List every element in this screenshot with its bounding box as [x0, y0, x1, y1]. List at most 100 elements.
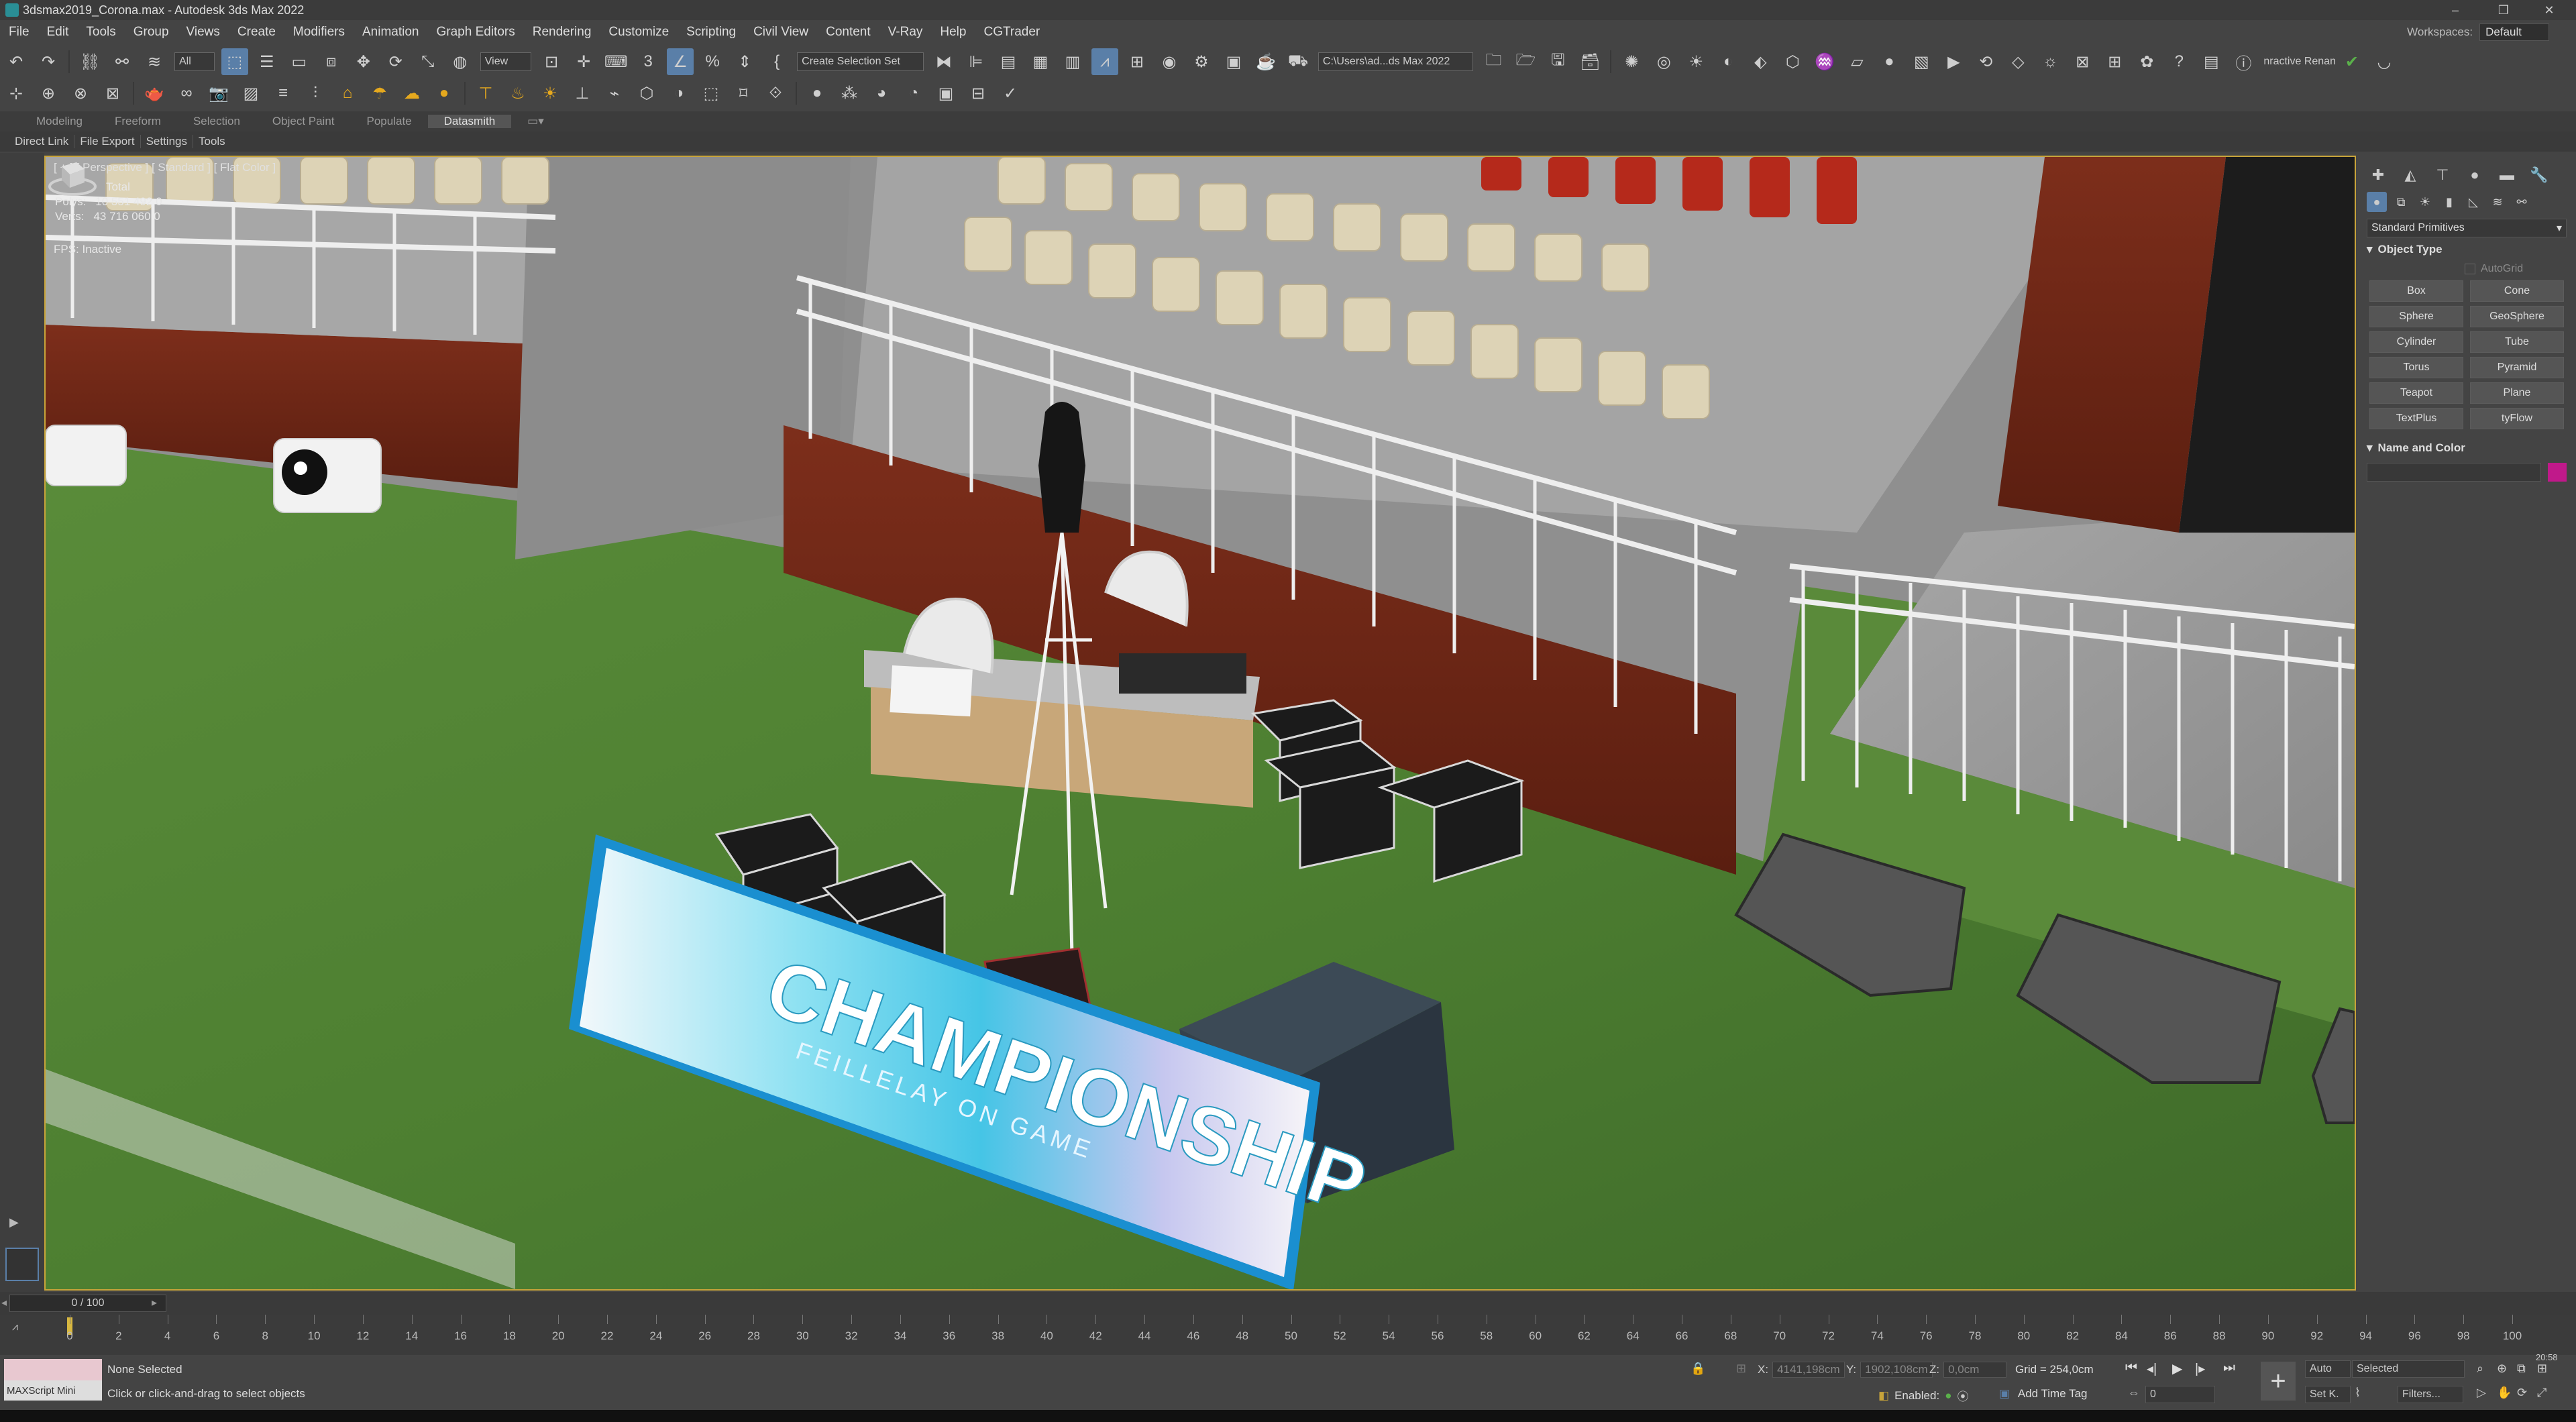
vray-cosmos-icon[interactable]: ✿ [2133, 48, 2160, 75]
placement-icon[interactable]: ◍ [447, 48, 474, 75]
teapot-icon[interactable]: 🫖 [141, 80, 168, 107]
redo-icon[interactable]: ↷ [35, 48, 62, 75]
lock-selection-icon[interactable]: 🔒 [1690, 1362, 1705, 1376]
tab-populate[interactable]: Populate [351, 115, 428, 128]
zoom-extents-icon[interactable]: ⧉ [2517, 1362, 2526, 1376]
y-value[interactable]: 1902,108cm [1860, 1362, 1933, 1378]
wire-icon[interactable]: ⫶ [302, 80, 329, 107]
corona-toolbox-icon[interactable]: ⊟ [965, 80, 991, 107]
modify-tab-icon[interactable]: ◭ [2399, 165, 2422, 185]
corona-decal-icon[interactable]: ⊥ [569, 80, 596, 107]
menu-group[interactable]: Group [125, 25, 178, 40]
previous-frame-icon[interactable]: ◂| [2147, 1360, 2157, 1377]
restore-icon[interactable]: ❐ [2490, 0, 2517, 20]
geometry-icon[interactable]: ● [2367, 192, 2387, 212]
maxscript-output[interactable] [4, 1359, 102, 1380]
vray-fur-icon[interactable]: ♒ [1811, 48, 1838, 75]
torus-button[interactable]: Torus [2369, 357, 2463, 378]
snaps-icon[interactable]: 3 [635, 48, 661, 75]
user-label[interactable]: nractive Renan [2263, 56, 2336, 68]
teapot-button[interactable]: Teapot [2369, 382, 2463, 404]
hierarchy-tab-icon[interactable]: ⊤ [2431, 165, 2454, 185]
cloud-icon[interactable]: ☁ [398, 80, 425, 107]
next-frame-icon[interactable]: |▸ [2195, 1360, 2205, 1377]
sync-icon[interactable]: ✔ [2339, 48, 2365, 75]
menu-views[interactable]: Views [178, 25, 229, 40]
file-export-button[interactable]: File Export [74, 135, 141, 148]
layout-thumbnail[interactable] [5, 1248, 39, 1281]
snap-settings-icon[interactable]: ⊗ [67, 80, 94, 107]
toggle-ribbon-icon[interactable]: ▥ [1059, 48, 1086, 75]
cone-button[interactable]: Cone [2470, 280, 2564, 302]
utilities-tab-icon[interactable]: 🔧 [2528, 165, 2551, 185]
pan-icon[interactable]: ✋ [2497, 1386, 2512, 1400]
menu-create[interactable]: Create [229, 25, 284, 40]
corona-cam-icon[interactable]: ♨ [504, 80, 531, 107]
object-color-swatch[interactable] [2548, 463, 2567, 482]
time-next-icon[interactable]: ▸ [152, 1296, 157, 1309]
menu-file[interactable]: File [0, 25, 38, 40]
corona-scatter-icon[interactable]: ⌁ [601, 80, 628, 107]
align-icon[interactable]: ⊫ [963, 48, 989, 75]
cameras-icon[interactable]: ▮ [2439, 192, 2459, 212]
vray-frame-buffer-icon[interactable]: ▧ [1908, 48, 1935, 75]
helpers-icon[interactable]: ◺ [2463, 192, 2483, 212]
minimize-icon[interactable]: – [2442, 0, 2469, 20]
current-frame-field[interactable]: 0 [2145, 1386, 2215, 1403]
vray-toolbar-icon[interactable]: ⊠ [2069, 48, 2096, 75]
archive-project-icon[interactable]: 🗃 [1576, 48, 1603, 75]
vray-grid-icon[interactable]: ⊞ [2101, 48, 2128, 75]
list-icon[interactable]: ≡ [270, 80, 297, 107]
corona-fog-icon[interactable]: ⌑ [730, 80, 757, 107]
corona-box-icon[interactable]: ⬡ [633, 80, 660, 107]
corona-light-icon[interactable]: ⊤ [472, 80, 499, 107]
schematic-view-icon[interactable]: ⊞ [1124, 48, 1150, 75]
vray-light-mix-icon[interactable]: ☼ [2037, 48, 2063, 75]
x-value[interactable]: 4141,198cm [1772, 1362, 1845, 1378]
track-bar[interactable]: ⩘ 0 2 4 6 8 10 12 14 16 18 20 22 24 26 28 30 32 34 36 38 40 4… [0, 1315, 2576, 1355]
key-filter-dropdown[interactable]: Selected [2352, 1360, 2465, 1378]
menu-civil-view[interactable]: Civil View [745, 25, 817, 40]
ref-coord-dropdown[interactable]: View [480, 52, 532, 71]
rect-selection-icon[interactable]: ▭ [286, 48, 313, 75]
project-folder-icon[interactable]: 🗀 [1480, 48, 1507, 75]
corona-sun-icon[interactable]: ☀ [537, 80, 564, 107]
select-by-name-icon[interactable]: ☰ [254, 48, 280, 75]
vray-ipr-icon[interactable]: ⟲ [1972, 48, 1999, 75]
menu-customize[interactable]: Customize [600, 25, 678, 40]
vray-sun-icon[interactable]: ☀ [1682, 48, 1709, 75]
menu-vray[interactable]: V-Ray [879, 25, 932, 40]
orbit-icon[interactable]: ⟳ [2517, 1386, 2527, 1400]
curve-editor-icon[interactable]: ⩘ [1091, 48, 1118, 75]
link-icon[interactable]: ⛓ [76, 48, 103, 75]
tab-datasmith[interactable]: Datasmith [427, 115, 512, 128]
transform-mode-icon[interactable]: ⊞ [1736, 1362, 1746, 1376]
key-mode-icon[interactable]: ⇔ [2128, 1386, 2140, 1400]
check-badge-icon[interactable]: ✓ [997, 80, 1024, 107]
project-path-dropdown[interactable]: C:\Users\ad...ds Max 2022 [1318, 52, 1474, 71]
info-icon[interactable]: ⓘ [2230, 48, 2257, 75]
keyboard-shortcut-icon[interactable]: ⌨ [602, 48, 629, 75]
move-icon[interactable]: ✥ [350, 48, 377, 75]
motion-tab-icon[interactable]: ● [2463, 165, 2486, 185]
zoom-extents-all-icon[interactable]: ⊞ [2537, 1362, 2547, 1376]
snap-grid-icon[interactable]: ⊹ [3, 80, 30, 107]
textplus-button[interactable]: TextPlus [2369, 408, 2463, 429]
maxscript-input[interactable]: MAXScript Mini [4, 1380, 102, 1401]
lights-icon[interactable]: ☀ [2415, 192, 2435, 212]
space-warps-icon[interactable]: ≋ [2487, 192, 2508, 212]
select-manipulate-icon[interactable]: ✛ [570, 48, 597, 75]
isolate-icon[interactable]: ⦿ [1957, 1387, 1968, 1404]
maximize-viewport-icon[interactable]: ⤢ [2537, 1386, 2546, 1400]
window-crossing-icon[interactable]: ⧈ [318, 48, 345, 75]
render-iterative-icon[interactable]: ⛟ [1285, 48, 1311, 75]
add-time-tag[interactable]: ▣ Add Time Tag [1999, 1387, 2088, 1401]
name-color-rollout[interactable]: ▾ Name and Color [2367, 441, 2567, 455]
field-of-view-icon[interactable]: ▷ [2477, 1386, 2486, 1400]
workspaces-dropdown[interactable]: Default [2479, 23, 2549, 41]
vray-ies-icon[interactable]: ⬖ [1747, 48, 1774, 75]
object-type-rollout[interactable]: ▾ Object Type [2367, 243, 2567, 256]
layout-icon[interactable]: ▤ [2198, 48, 2224, 75]
corona-proxy-icon[interactable]: ⬚ [698, 80, 724, 107]
menu-edit[interactable]: Edit [38, 25, 78, 40]
